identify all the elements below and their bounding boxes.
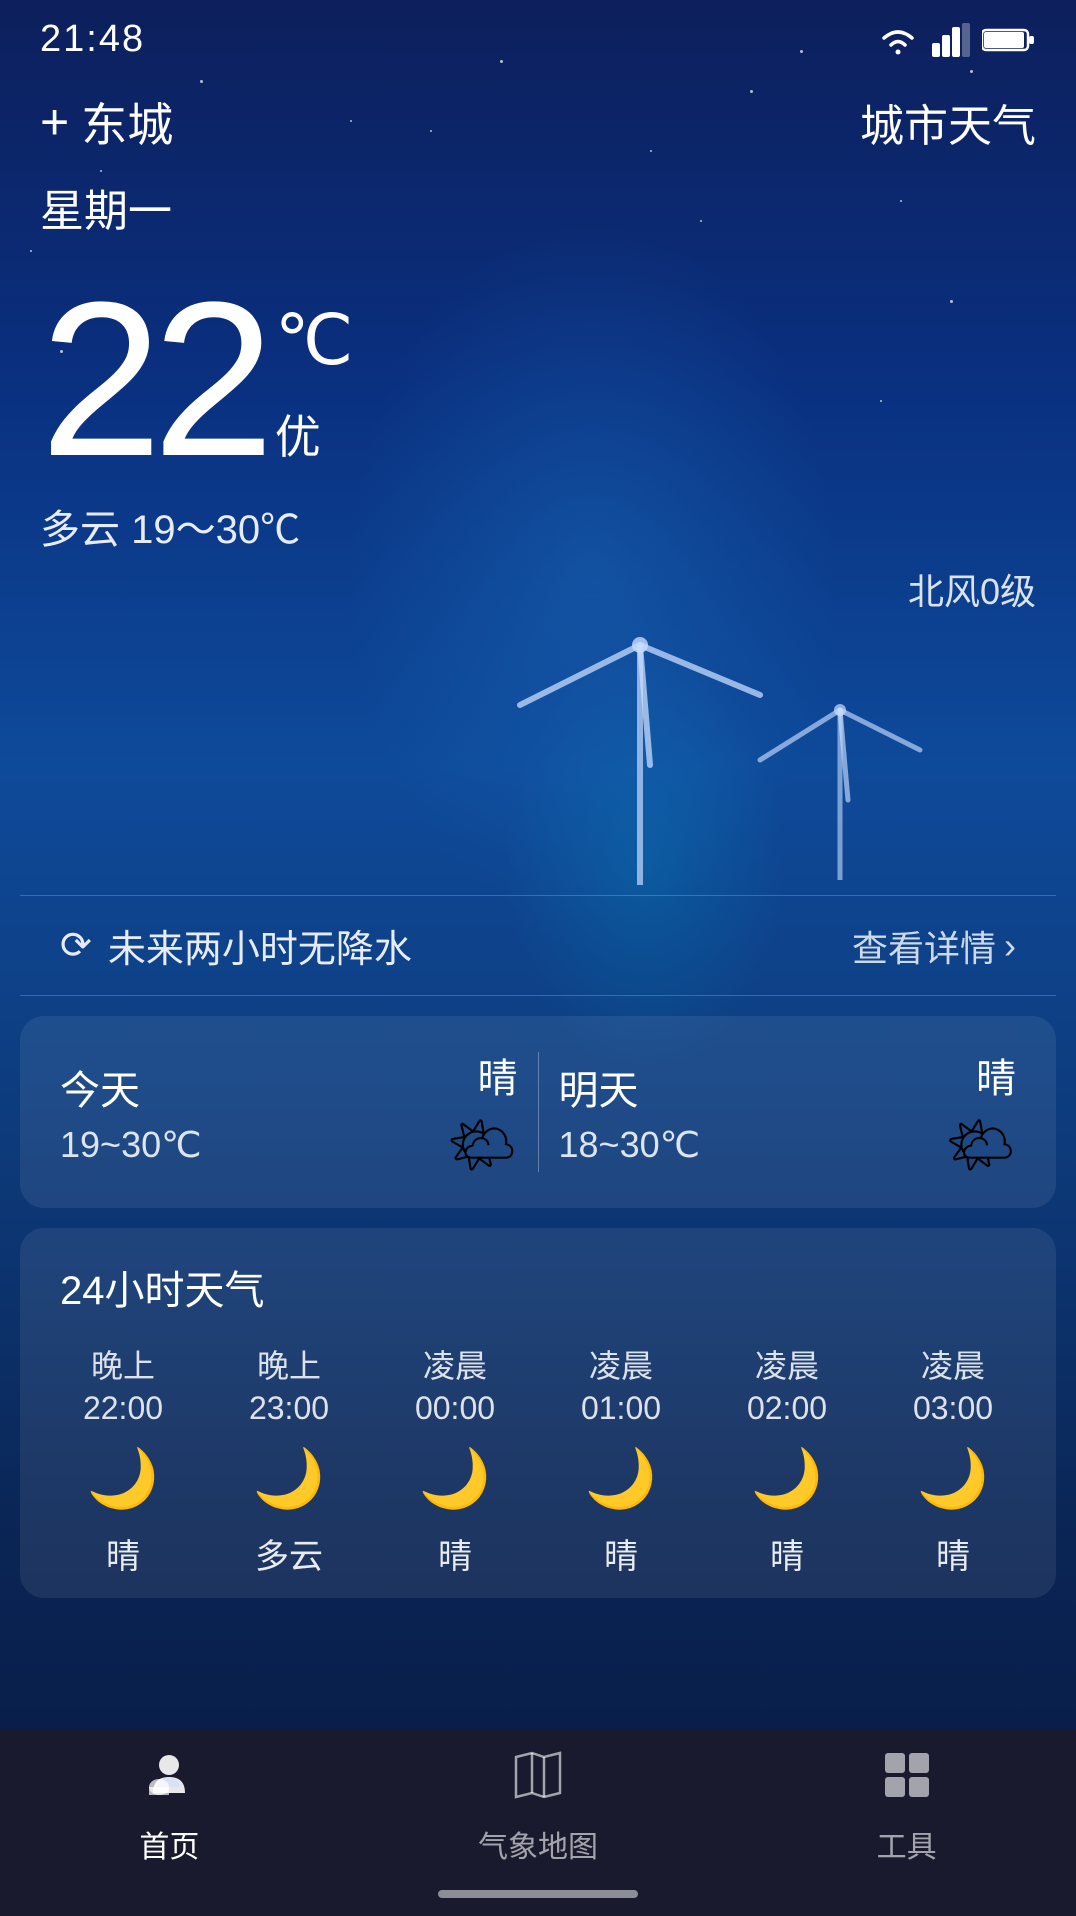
wind-turbines-area [0, 615, 1076, 895]
hourly-desc-5: 晴 [936, 1529, 970, 1578]
forecast-today-day: 今天 [60, 1058, 446, 1116]
forecast-tomorrow-right: 晴 🌤 [945, 1046, 1016, 1178]
forecast-tomorrow: 明天 18~30℃ [559, 1058, 945, 1166]
air-quality-badge: 优 [275, 401, 354, 467]
status-time: 21:48 [40, 18, 145, 61]
list-item: 晚上23:00 🌙 多云 [224, 1346, 354, 1578]
bottom-nav: 首页 气象地图 工具 [0, 1729, 1076, 1916]
nav-home-label: 首页 [139, 1822, 199, 1866]
hourly-icon-3: 🌙 [585, 1445, 657, 1513]
hourly-section: 24小时天气 晚上22:00 🌙 晴 晚上23:00 🌙 多云 凌晨00:00 … [20, 1228, 1056, 1598]
header: + 东城 城市天气 [0, 69, 1076, 165]
city-name: 东城 [81, 89, 173, 155]
hourly-icon-4: 🌙 [751, 1445, 823, 1513]
nav-tools[interactable]: 工具 [877, 1749, 937, 1866]
hourly-desc-4: 晴 [770, 1529, 804, 1578]
temperature-unit: ℃ [275, 299, 354, 381]
list-item: 凌晨02:00 🌙 晴 [722, 1346, 852, 1578]
forecast-divider [538, 1052, 539, 1172]
forecast-tomorrow-weather: 晴 [976, 1046, 1016, 1104]
hourly-period-5: 凌晨03:00 [913, 1346, 993, 1429]
hourly-period-4: 凌晨02:00 [747, 1346, 827, 1429]
hourly-period-2: 凌晨00:00 [415, 1346, 495, 1429]
nav-tools-label: 工具 [877, 1822, 937, 1866]
forecast-today-icon: 🌤 [446, 1112, 517, 1178]
list-item: 晚上22:00 🌙 晴 [58, 1346, 188, 1578]
home-indicator [438, 1890, 638, 1898]
list-item: 凌晨03:00 🌙 晴 [888, 1346, 1018, 1578]
nav-map-label: 气象地图 [478, 1822, 598, 1866]
hourly-title: 24小时天气 [20, 1258, 1056, 1346]
battery-icon [982, 26, 1036, 54]
status-bar: 21:48 [0, 0, 1076, 69]
city-weather-title[interactable]: 城市天气 [860, 90, 1036, 154]
precip-link-text: 查看详情 [852, 920, 996, 972]
temperature-section: 22 ℃ 优 [0, 249, 1076, 489]
hourly-icon-5: 🌙 [917, 1445, 989, 1513]
tools-icon [881, 1749, 933, 1814]
hourly-desc-1: 多云 [255, 1529, 323, 1578]
precipitation-bar[interactable]: ⟳ 未来两小时无降水 查看详情 › [20, 895, 1056, 996]
hourly-desc-3: 晴 [604, 1529, 638, 1578]
wind-info: 北风0级 [0, 563, 1076, 615]
list-item: 凌晨00:00 🌙 晴 [390, 1346, 520, 1578]
hourly-icon-2: 🌙 [419, 1445, 491, 1513]
signal-icon [932, 23, 970, 57]
city-add-section[interactable]: + 东城 [40, 89, 173, 155]
list-item: 凌晨01:00 🌙 晴 [556, 1346, 686, 1578]
forecast-today: 今天 19~30℃ [60, 1058, 446, 1166]
precip-detail-link[interactable]: 查看详情 › [852, 920, 1016, 972]
forecast-today-right: 晴 🌤 [446, 1046, 517, 1178]
status-icons [876, 23, 1036, 57]
hourly-period-3: 凌晨01:00 [581, 1346, 661, 1429]
forecast-today-weather: 晴 [478, 1046, 518, 1104]
hourly-period-0: 晚上22:00 [83, 1346, 163, 1429]
forecast-tomorrow-temp: 18~30℃ [559, 1124, 945, 1166]
hourly-desc-2: 晴 [438, 1529, 472, 1578]
temperature-value: 22 [40, 269, 265, 489]
hourly-period-1: 晚上23:00 [249, 1346, 329, 1429]
nav-map[interactable]: 气象地图 [478, 1749, 598, 1866]
map-icon [512, 1749, 564, 1814]
hourly-icon-1: 🌙 [253, 1445, 325, 1513]
nav-home[interactable]: 首页 [139, 1749, 199, 1866]
forecast-tomorrow-icon: 🌤 [945, 1112, 1016, 1178]
temp-range-desc: 多云 19～30℃ [0, 489, 1076, 563]
precip-icon: ⟳ [60, 923, 92, 968]
day-label: 星期一 [0, 165, 1076, 249]
hourly-icon-0: 🌙 [87, 1445, 159, 1513]
forecast-today-temp: 19~30℃ [60, 1124, 446, 1166]
wind-turbines-svg [0, 615, 1076, 895]
add-city-icon[interactable]: + [40, 93, 69, 151]
chevron-right-icon: › [1004, 925, 1016, 967]
hourly-grid: 晚上22:00 🌙 晴 晚上23:00 🌙 多云 凌晨00:00 🌙 晴 凌晨0… [20, 1346, 1056, 1578]
wifi-icon [876, 24, 920, 56]
forecast-card: 今天 19~30℃ 晴 🌤 明天 18~30℃ 晴 🌤 [20, 1016, 1056, 1208]
hourly-desc-0: 晴 [106, 1529, 140, 1578]
forecast-tomorrow-day: 明天 [559, 1058, 945, 1116]
home-icon [143, 1749, 195, 1814]
precip-text: 未来两小时无降水 [108, 918, 412, 973]
precip-left: ⟳ 未来两小时无降水 [60, 918, 412, 973]
